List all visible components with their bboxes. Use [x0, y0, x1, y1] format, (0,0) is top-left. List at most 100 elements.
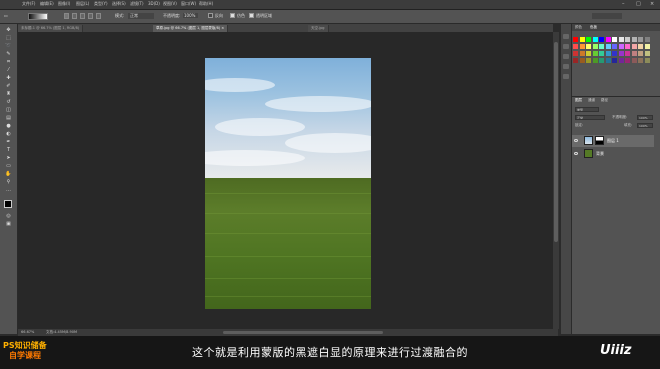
- minimize-button[interactable]: –: [622, 1, 625, 7]
- menu-filter[interactable]: 滤镜(T): [130, 1, 144, 7]
- color-swatch[interactable]: [586, 58, 591, 63]
- transparency-checkbox[interactable]: [249, 13, 254, 18]
- color-swatch[interactable]: [618, 37, 624, 42]
- hand-tool-icon[interactable]: ✋: [5, 172, 12, 177]
- menu-edit[interactable]: 编辑(E): [40, 1, 54, 7]
- history-panel-icon[interactable]: [563, 34, 569, 39]
- color-swatch[interactable]: [625, 44, 630, 49]
- color-swatch[interactable]: [599, 51, 604, 56]
- zoom-readout[interactable]: 66.67%: [21, 330, 34, 334]
- color-swatch[interactable]: [573, 37, 578, 42]
- quick-mask-icon[interactable]: ◎: [5, 214, 12, 219]
- angle-gradient-icon[interactable]: [80, 13, 85, 19]
- color-swatch[interactable]: [638, 44, 643, 49]
- mode-select[interactable]: 正常: [128, 13, 154, 19]
- layer-opacity-input[interactable]: 100%: [637, 115, 653, 120]
- color-swatch[interactable]: [605, 37, 611, 42]
- color-swatch[interactable]: [631, 51, 637, 56]
- path-select-tool-icon[interactable]: ➤: [5, 156, 12, 161]
- horizontal-scroll-thumb[interactable]: [223, 331, 383, 334]
- marquee-tool-icon[interactable]: ⬚: [5, 36, 12, 41]
- tab-channels[interactable]: 通道: [588, 98, 595, 103]
- properties-panel-icon[interactable]: [563, 44, 569, 49]
- menu-image[interactable]: 图像(I): [58, 1, 70, 7]
- color-swatch[interactable]: [573, 44, 578, 49]
- layer-name[interactable]: 图层 1: [607, 138, 619, 144]
- layer-name[interactable]: 背景: [596, 151, 604, 157]
- more-tools-icon[interactable]: …: [5, 188, 12, 193]
- color-swatch[interactable]: [605, 58, 611, 63]
- color-swatch[interactable]: [625, 37, 630, 42]
- dither-checkbox[interactable]: [230, 13, 235, 18]
- layer-mask-thumbnail[interactable]: [595, 136, 604, 145]
- color-swatch[interactable]: [618, 44, 624, 49]
- visibility-eye-icon[interactable]: [574, 152, 578, 155]
- reflected-gradient-icon[interactable]: [88, 13, 93, 19]
- reverse-checkbox[interactable]: [208, 13, 213, 18]
- move-tool-icon[interactable]: ✥: [5, 28, 12, 33]
- color-swatch[interactable]: [599, 37, 604, 42]
- color-swatch[interactable]: [644, 51, 650, 56]
- color-swatch[interactable]: [618, 51, 624, 56]
- tab-sky[interactable]: 天空.jpg: [308, 25, 329, 32]
- workspace-select[interactable]: [592, 13, 622, 19]
- opacity-input[interactable]: 100%: [183, 13, 198, 18]
- zoom-tool-icon[interactable]: ⚲: [5, 180, 12, 185]
- color-swatch[interactable]: [573, 51, 578, 56]
- stamp-tool-icon[interactable]: ♜: [5, 92, 12, 97]
- color-swatch[interactable]: [625, 51, 630, 56]
- color-swatch[interactable]: [592, 58, 598, 63]
- menu-help[interactable]: 帮助(H): [199, 1, 213, 7]
- tab-swatches[interactable]: 色板: [590, 25, 597, 30]
- color-swatch[interactable]: [579, 44, 585, 49]
- screen-mode-icon[interactable]: ▣: [5, 222, 12, 227]
- color-swatch[interactable]: [579, 51, 585, 56]
- vertical-scrollbar[interactable]: [553, 32, 559, 329]
- tab-untitled[interactable]: 未标题-1 @ 66.7% (图层 1, RGB/8): [18, 25, 84, 32]
- linear-gradient-icon[interactable]: [64, 13, 69, 19]
- tab-layers[interactable]: 图层: [575, 98, 582, 103]
- tab-color[interactable]: 颜色: [575, 25, 582, 30]
- color-swatch[interactable]: [631, 37, 637, 42]
- dodge-tool-icon[interactable]: ◐: [5, 132, 12, 137]
- color-swatch[interactable]: [586, 37, 591, 42]
- vertical-scroll-thumb[interactable]: [554, 42, 558, 242]
- lasso-tool-icon[interactable]: ➰: [5, 44, 12, 49]
- shape-tool-icon[interactable]: ▭: [5, 164, 12, 169]
- color-swatch[interactable]: [605, 51, 611, 56]
- color-swatch[interactable]: [592, 44, 598, 49]
- color-swatch[interactable]: [579, 37, 585, 42]
- fill-input[interactable]: 100%: [637, 123, 653, 128]
- tab-paths[interactable]: 路径: [601, 98, 608, 103]
- color-swatch[interactable]: [612, 51, 617, 56]
- paragraph-panel-icon[interactable]: [563, 74, 569, 79]
- quick-select-tool-icon[interactable]: ✎: [5, 52, 12, 57]
- gradient-tool-icon[interactable]: ▭: [4, 13, 8, 18]
- kind-filter-select[interactable]: 类型: [575, 107, 599, 112]
- color-swatch[interactable]: [644, 44, 650, 49]
- diamond-gradient-icon[interactable]: [96, 13, 101, 19]
- color-swatch[interactable]: [612, 44, 617, 49]
- color-swatch[interactable]: [644, 58, 650, 63]
- color-swatch[interactable]: [631, 44, 637, 49]
- swatch-grid[interactable]: [573, 37, 655, 82]
- brush-tool-icon[interactable]: ✐: [5, 84, 12, 89]
- eraser-tool-icon[interactable]: ◫: [5, 108, 12, 113]
- close-button[interactable]: ×: [650, 1, 654, 7]
- type-tool-icon[interactable]: T: [5, 148, 12, 153]
- tab-grassland[interactable]: 草原.jpg @ 66.7% (图层 1, 图层蒙版/8) ×: [153, 25, 229, 32]
- maximize-button[interactable]: □: [636, 1, 641, 7]
- color-swatch[interactable]: [612, 37, 617, 42]
- color-swatch[interactable]: [599, 58, 604, 63]
- character-panel-icon[interactable]: [563, 64, 569, 69]
- menu-window[interactable]: 窗口(W): [181, 1, 196, 7]
- color-swatch[interactable]: [586, 44, 591, 49]
- layer-row-background[interactable]: 背景: [572, 148, 654, 160]
- color-swatch[interactable]: [618, 58, 624, 63]
- color-swatch[interactable]: [631, 58, 637, 63]
- color-swatch[interactable]: [638, 37, 643, 42]
- radial-gradient-icon[interactable]: [72, 13, 77, 19]
- color-swatch[interactable]: [612, 58, 617, 63]
- color-swatch[interactable]: [592, 37, 598, 42]
- menu-view[interactable]: 视图(V): [163, 1, 177, 7]
